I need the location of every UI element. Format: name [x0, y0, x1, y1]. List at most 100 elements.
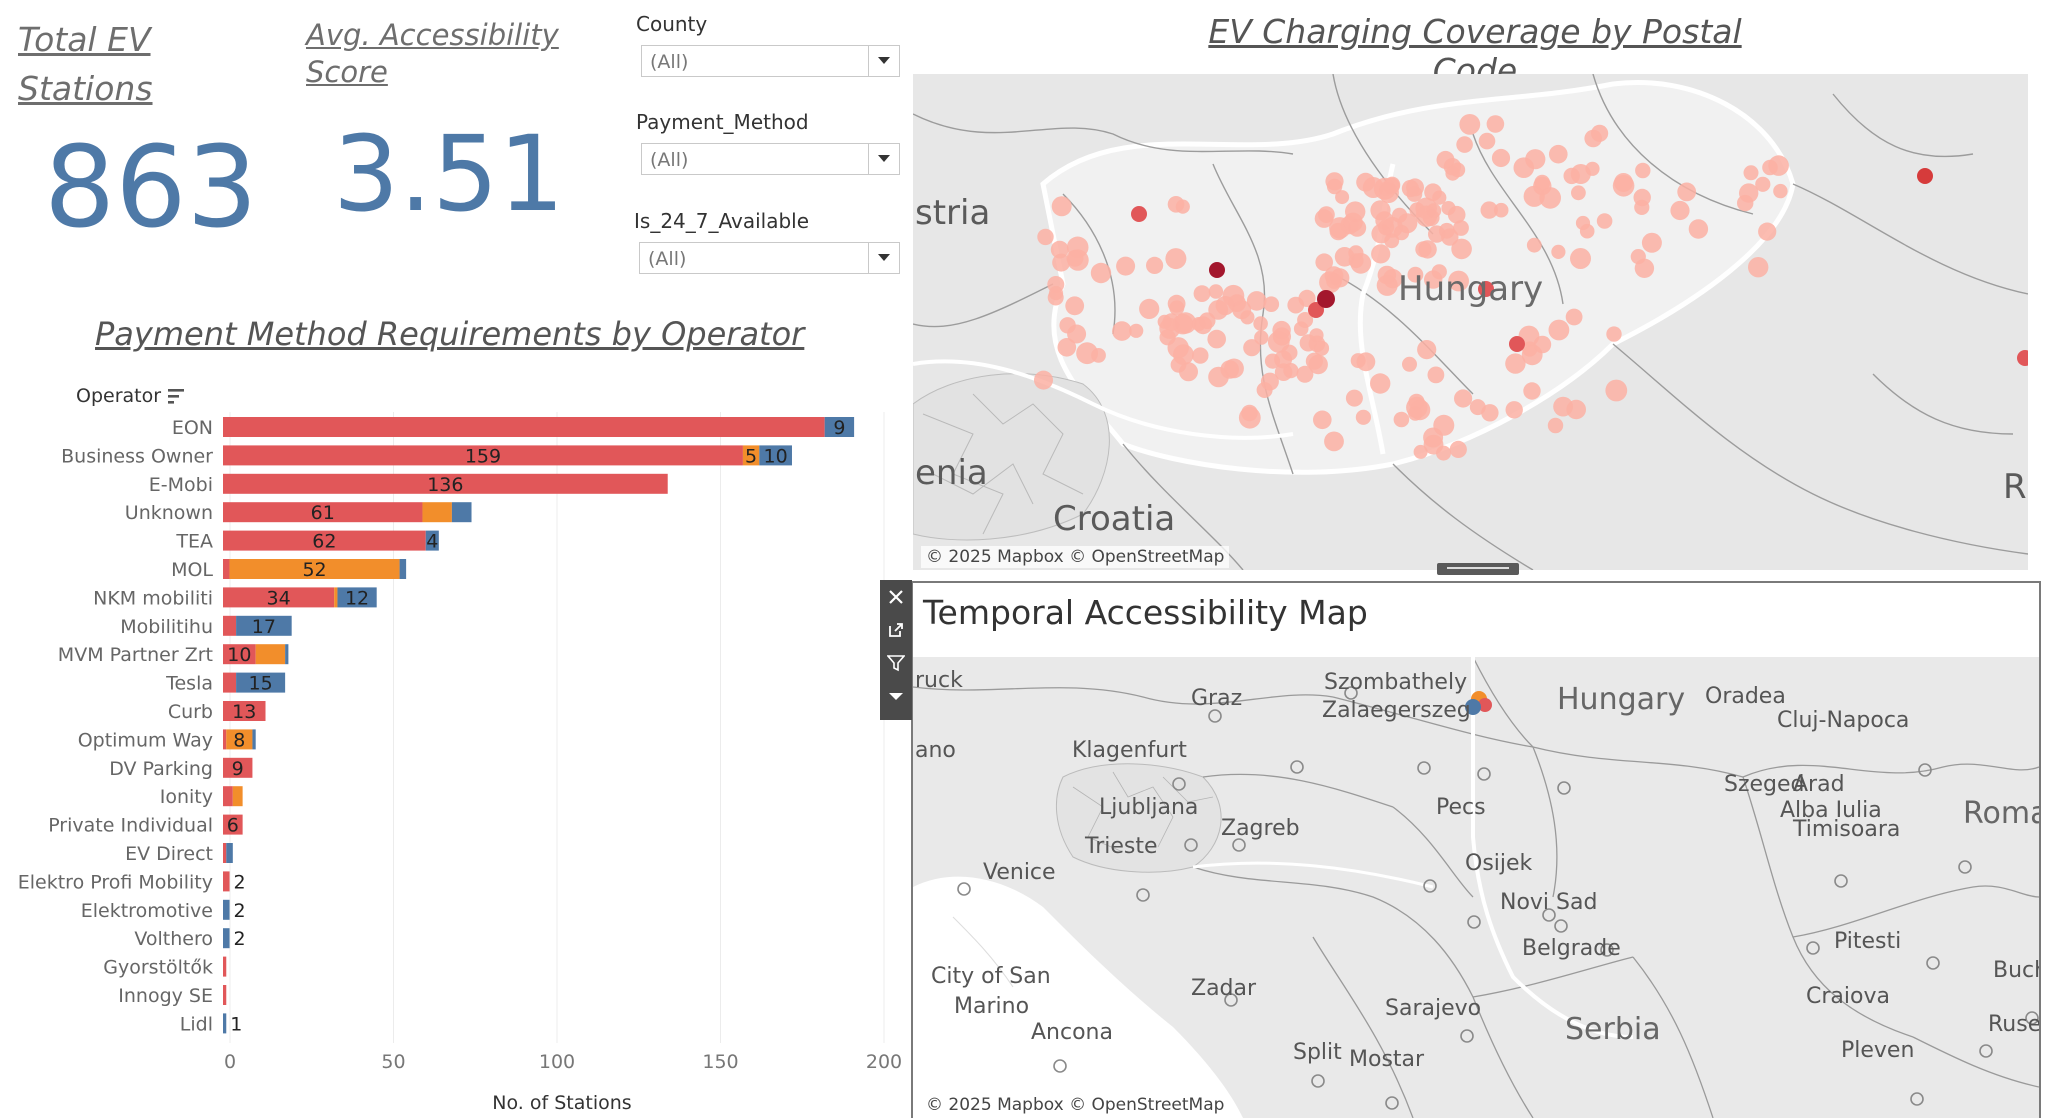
coverage-dot[interactable] [1480, 201, 1498, 219]
coverage-dot[interactable] [1157, 314, 1172, 329]
coverage-dot[interactable] [1308, 354, 1328, 375]
coverage-dot[interactable] [1596, 213, 1613, 229]
temporal-map[interactable]: ruck Graz Szombathely Zalaegerszeg Oradea Clu… [913, 657, 2039, 1118]
coverage-dot[interactable] [1272, 327, 1291, 346]
coverage-dot[interactable] [1129, 323, 1144, 338]
coverage-dot[interactable] [1491, 148, 1511, 168]
coverage-dot[interactable] [1606, 326, 1622, 342]
coverage-dot[interactable] [1402, 356, 1417, 372]
coverage-dot[interactable] [1198, 312, 1216, 329]
close-icon[interactable] [880, 580, 912, 613]
coverage-dot[interactable] [1449, 440, 1467, 458]
coverage-dot[interactable] [1383, 177, 1400, 195]
coverage-dot[interactable] [1526, 237, 1542, 253]
coverage-dot[interactable] [1139, 298, 1160, 319]
coverage-dot[interactable] [1281, 344, 1298, 361]
coverage-dot[interactable] [1486, 115, 1505, 133]
coverage-dot[interactable] [1688, 219, 1709, 239]
coverage-dot[interactable] [1547, 417, 1564, 434]
coverage-dot[interactable] [1758, 222, 1777, 241]
coverage-dot[interactable] [1393, 411, 1410, 428]
coverage-dot[interactable] [1548, 319, 1570, 341]
coverage-dot[interactable] [1052, 253, 1071, 272]
bar-segment[interactable] [223, 1013, 227, 1034]
coverage-dot[interactable] [1313, 410, 1332, 430]
bar-segment[interactable] [223, 899, 230, 920]
coverage-dot[interactable] [1427, 366, 1445, 384]
coverage-dot[interactable] [1433, 414, 1455, 436]
coverage-dot[interactable] [1428, 225, 1446, 243]
coverage-dot[interactable] [1635, 162, 1651, 179]
is247-filter-select[interactable]: (All) [639, 242, 900, 274]
coverage-dot[interactable] [1371, 244, 1391, 264]
coverage-dot[interactable] [1426, 203, 1442, 219]
bar-segment[interactable] [252, 729, 256, 750]
coverage-dot[interactable] [1192, 347, 1209, 364]
coverage-dot[interactable] [1612, 175, 1635, 197]
coverage-map[interactable]: stria Hungary enia Croatia R © 2025 Mapb… [913, 74, 2028, 570]
coverage-dot[interactable] [1454, 389, 1473, 408]
coverage-dot[interactable] [1401, 179, 1419, 198]
coverage-map-canvas[interactable]: stria Hungary enia Croatia R [913, 74, 2028, 570]
coverage-dot[interactable] [1525, 149, 1546, 170]
coverage-dot[interactable] [1748, 257, 1769, 278]
coverage-dot[interactable] [1505, 401, 1523, 419]
resize-handle[interactable] [1437, 563, 1519, 575]
coverage-dot[interactable] [1370, 373, 1391, 394]
coverage-dot[interactable] [1565, 308, 1583, 326]
coverage-dot[interactable] [1424, 183, 1442, 201]
temporal-map-panel[interactable]: Temporal Accessibility Map ruck Graz Szo… [911, 581, 2041, 1118]
coverage-dot[interactable] [1376, 274, 1398, 296]
more-options-icon[interactable] [880, 679, 912, 712]
coverage-dot-highlight[interactable] [1509, 336, 1525, 352]
coverage-dot[interactable] [1634, 258, 1655, 278]
coverage-dot[interactable] [1090, 262, 1112, 284]
coverage-dot[interactable] [1350, 353, 1366, 369]
coverage-dot[interactable] [1246, 291, 1267, 311]
coverage-dot[interactable] [1253, 316, 1268, 331]
coverage-dot[interactable] [1355, 409, 1371, 425]
bar-segment[interactable] [223, 729, 227, 750]
coverage-dot[interactable] [1260, 372, 1279, 391]
open-external-icon[interactable] [880, 613, 912, 646]
coverage-dot[interactable] [1264, 353, 1281, 369]
coverage-dot[interactable] [1208, 284, 1224, 299]
coverage-dot-highlight[interactable] [1209, 262, 1225, 278]
coverage-dot[interactable] [1037, 228, 1054, 246]
coverage-dot[interactable] [1048, 286, 1064, 301]
coverage-dot[interactable] [1051, 196, 1072, 217]
bar-segment[interactable] [223, 956, 227, 977]
bar-segment[interactable] [223, 928, 230, 949]
coverage-dot[interactable] [1413, 444, 1428, 459]
coverage-dot[interactable] [1059, 317, 1076, 334]
bar-segment[interactable] [255, 644, 286, 665]
coverage-dot[interactable] [1417, 340, 1437, 360]
coverage-dot[interactable] [1371, 223, 1391, 244]
chevron-down-icon[interactable] [868, 243, 899, 273]
coverage-dot[interactable] [1324, 431, 1344, 452]
bar-segment[interactable] [334, 587, 338, 608]
coverage-dot[interactable] [1570, 248, 1591, 269]
coverage-dot[interactable] [1238, 406, 1261, 429]
coverage-dot[interactable] [1034, 370, 1053, 390]
coverage-dot[interactable] [1146, 256, 1164, 274]
coverage-dot[interactable] [1579, 223, 1595, 239]
coverage-dot[interactable] [1334, 247, 1355, 267]
coverage-dot[interactable] [1571, 185, 1586, 201]
coverage-dot[interactable] [1549, 144, 1568, 164]
coverage-dot[interactable] [1065, 296, 1085, 316]
coverage-dot[interactable] [1208, 366, 1229, 388]
coverage-dot[interactable] [1523, 382, 1541, 400]
coverage-dot[interactable] [1112, 321, 1132, 341]
bar-segment[interactable] [223, 615, 237, 636]
coverage-dot[interactable] [1585, 161, 1600, 176]
bar-segment[interactable] [232, 786, 243, 807]
bar-segment[interactable] [223, 417, 825, 437]
coverage-dot[interactable] [1165, 248, 1187, 270]
coverage-dot[interactable] [1167, 196, 1185, 213]
coverage-dot[interactable] [1326, 178, 1343, 195]
coverage-dot[interactable] [1481, 404, 1499, 422]
coverage-dot[interactable] [1330, 268, 1350, 288]
coverage-dot[interactable] [1670, 200, 1690, 221]
coverage-dot[interactable] [1116, 256, 1136, 276]
